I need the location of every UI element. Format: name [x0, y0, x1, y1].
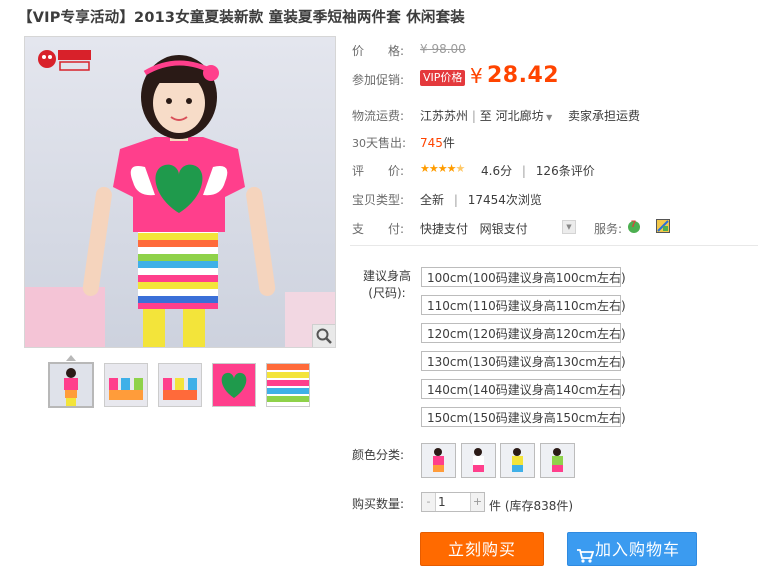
quantity-decrease-button[interactable]: - — [422, 493, 436, 511]
shipping-from: 江苏苏州 — [420, 109, 469, 123]
shipping-row: 物流运费: — [352, 107, 404, 124]
shipping-values: 江苏苏州 | 至 河北廊坊 ▼ 卖家承担运费 — [420, 107, 640, 124]
thumbnail-pointer — [66, 355, 76, 361]
item-condition: 全新 — [420, 193, 445, 207]
item-type-label: 宝贝类型: — [352, 193, 405, 207]
star-icon: ★ — [420, 162, 430, 175]
rating-score: 4.6分 — [481, 164, 513, 178]
color-label: 颜色分类: — [352, 448, 405, 462]
price-row: 价 格: — [352, 42, 404, 59]
size-option-100[interactable]: 100cm(100码建议身高100cm左右) — [421, 267, 626, 287]
cart-icon — [576, 542, 595, 576]
thumbnail-2[interactable] — [104, 363, 148, 407]
chevron-down-icon[interactable]: ▼ — [544, 113, 552, 122]
section-divider — [350, 245, 758, 246]
item-type-sep: | — [453, 193, 458, 207]
shipping-fee: 卖家承担运费 — [567, 109, 640, 123]
zoom-button[interactable] — [312, 324, 335, 347]
size-label: 建议身高 (尺码): — [363, 268, 411, 302]
size-option-150[interactable]: 150cm(150码建议身高150cm左右) — [421, 407, 626, 427]
size-option-130[interactable]: 130cm(130码建议身高130cm左右) — [421, 351, 626, 371]
sales-unit: 件 — [442, 136, 455, 150]
buy-now-button[interactable]: 立刻购买 — [420, 532, 544, 566]
service-badge-icon[interactable] — [656, 219, 670, 236]
thumbnail-3[interactable] — [158, 363, 202, 407]
item-type-values: 全新 | 17454次浏览 — [420, 191, 542, 208]
size-option-110[interactable]: 110cm(110码建议身高110cm左右) — [421, 295, 626, 315]
item-views: 17454次浏览 — [467, 193, 542, 207]
star-icon: ★ — [446, 162, 457, 175]
shipping-sep: | — [471, 109, 476, 123]
shipping-to[interactable]: 河北廊坊 — [496, 109, 544, 123]
quantity-increase-button[interactable]: + — [470, 493, 484, 511]
sales-label: 天售出: — [366, 136, 407, 150]
quantity-input[interactable]: 1 — [436, 493, 474, 511]
stock-info: 件 (库存838件) — [489, 499, 574, 513]
payment-method-express: 快捷支付 — [420, 222, 469, 236]
color-option-3[interactable] — [500, 443, 535, 478]
chevron-down-icon: ▼ — [566, 223, 572, 231]
rating-label: 评 价: — [352, 164, 405, 178]
original-price: ¥ 98.00 — [420, 42, 466, 56]
rating-sep: | — [521, 164, 526, 178]
promo-label: 参加促销: — [352, 73, 405, 87]
sales-label-prefix: 30 — [352, 137, 366, 150]
color-option-4[interactable] — [540, 443, 575, 478]
size-option-140[interactable]: 140cm(140码建议身高140cm左右) — [421, 379, 626, 399]
thumbnail-5[interactable] — [266, 363, 310, 407]
color-option-1[interactable] — [421, 443, 456, 478]
promo-row: 参加促销: — [352, 71, 404, 88]
rating-values: 4.6分 | 126条评价 — [481, 162, 595, 179]
main-product-image[interactable] — [24, 36, 336, 348]
price-label: 价 格: — [352, 44, 405, 58]
thumbnail-4[interactable] — [212, 363, 256, 407]
shipping-to-prefix: 至 — [479, 109, 492, 123]
service-label: 服务: — [594, 222, 623, 236]
rating-row: 评 价: — [352, 162, 404, 179]
svg-text:7: 7 — [631, 219, 636, 229]
promo-price: 28.42 — [487, 63, 560, 88]
payment-dropdown-button[interactable]: ▼ — [562, 220, 576, 234]
sales-count: 745 — [420, 136, 443, 150]
zoom-icon — [316, 328, 332, 344]
product-title: 【VIP专享活动】2013女童夏装新款 童装夏季短袖两件套 休闲套装 — [18, 10, 465, 26]
brand-logo-icon — [37, 47, 93, 73]
product-photo — [25, 37, 335, 347]
add-to-cart-label: 加入购物车 — [595, 540, 681, 559]
payment-methods: 快捷支付 网银支付 — [420, 220, 528, 237]
color-option-2[interactable] — [461, 443, 496, 478]
sales-values: 745件 — [420, 134, 455, 151]
promo-currency: ¥ — [470, 64, 483, 88]
service-7day-icon[interactable]: 7 — [626, 218, 642, 237]
star-half-icon: ★ — [455, 162, 466, 175]
payment-row: 支 付: — [352, 220, 404, 237]
add-to-cart-button[interactable]: 加入购物车 — [567, 532, 697, 566]
vip-price-badge: VIP价格 — [420, 70, 466, 86]
shipping-label: 物流运费: — [352, 109, 405, 123]
size-label-line1: 建议身高 — [363, 269, 412, 283]
star-icon: ★ — [437, 162, 448, 175]
payment-label: 支 付: — [352, 222, 405, 236]
item-type-row: 宝贝类型: — [352, 191, 404, 208]
quantity-label: 购买数量: — [352, 497, 405, 511]
star-icon: ★ — [428, 162, 439, 175]
size-option-120[interactable]: 120cm(120码建议身高120cm左右) — [421, 323, 626, 343]
rating-reviews-link[interactable]: 126条评价 — [536, 164, 595, 178]
rating-stars: ★★★★★ — [420, 162, 466, 175]
size-label-line2: (尺码): — [368, 286, 406, 300]
quantity-stepper: - 1 + — [421, 492, 485, 512]
shipping-destination-select[interactable]: 河北廊坊 ▼ — [496, 109, 557, 123]
sales-row: 30天售出: — [352, 134, 406, 151]
payment-method-bank: 网银支付 — [479, 222, 528, 236]
thumbnail-1[interactable] — [48, 362, 94, 408]
